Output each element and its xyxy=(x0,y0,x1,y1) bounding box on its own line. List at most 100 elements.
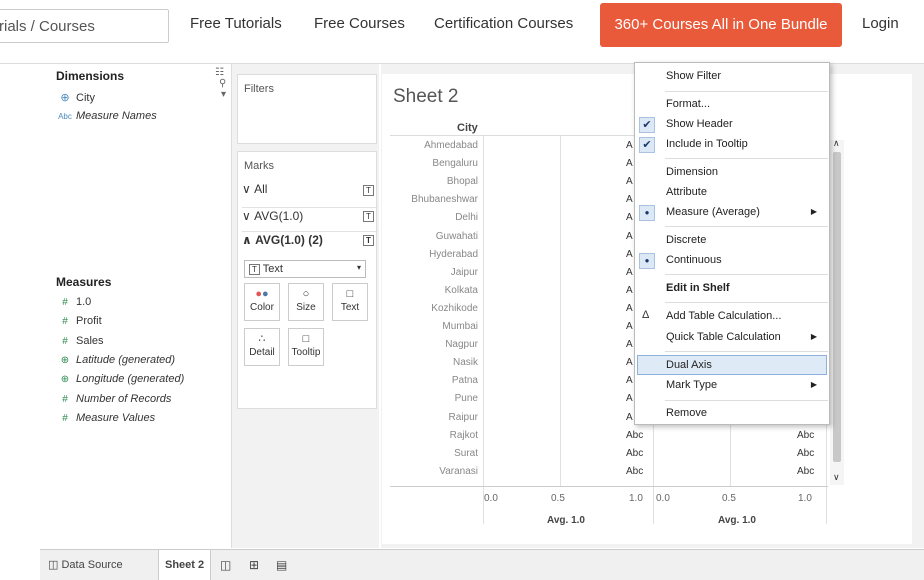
size-button[interactable]: ○ Size xyxy=(288,283,324,321)
dimension-field[interactable]: ⊕ City xyxy=(54,91,95,104)
vertical-scrollbar[interactable]: ∧ ∨ xyxy=(830,138,844,485)
city-row-header[interactable]: Kolkata xyxy=(386,285,478,296)
filters-card[interactable]: Filters xyxy=(237,74,377,144)
chevron-down-icon[interactable]: ∨ xyxy=(833,472,840,483)
menu-item-attribute[interactable]: Attribute xyxy=(666,186,707,198)
measure-field[interactable]: ⊕ Latitude (generated) xyxy=(54,354,175,366)
text-mark[interactable]: A xyxy=(626,339,633,350)
marks-row-avg[interactable]: ∨ AVG(1.0) T xyxy=(242,207,378,227)
search-input[interactable]: rials / Courses xyxy=(0,9,169,43)
marks-row-label: AVG(1.0) (2) xyxy=(255,233,323,247)
city-row-header[interactable]: Surat xyxy=(386,448,478,459)
search-value: rials / Courses xyxy=(0,18,95,35)
text-mark[interactable]: A xyxy=(626,267,633,278)
city-header[interactable]: City xyxy=(457,122,478,134)
text-mark[interactable]: A xyxy=(626,194,633,205)
new-dashboard-icon[interactable]: ⊞ xyxy=(249,550,259,580)
measure-field[interactable]: # Number of Records xyxy=(54,393,171,405)
login-link[interactable]: Login xyxy=(862,15,899,32)
city-row-header[interactable]: Patna xyxy=(386,375,478,386)
menu-item-continuous[interactable]: Continuous xyxy=(666,254,722,266)
city-row-header[interactable]: Raipur xyxy=(386,412,478,423)
measure-field[interactable]: ⊕ Longitude (generated) xyxy=(54,373,184,385)
menu-item-mark-type[interactable]: Mark Type xyxy=(666,379,717,391)
dimension-field[interactable]: Abc Measure Names xyxy=(54,110,157,122)
menu-item-remove[interactable]: Remove xyxy=(666,407,707,419)
new-story-icon[interactable]: ▤ xyxy=(276,550,287,580)
city-row-header[interactable]: Rajkot xyxy=(386,430,478,441)
measure-field[interactable]: # Sales xyxy=(54,335,103,347)
menu-item-add-table-calculation[interactable]: Add Table Calculation... xyxy=(666,310,781,322)
text-mark[interactable]: A xyxy=(626,249,633,260)
city-row-header[interactable]: Varanasi xyxy=(386,466,478,477)
menu-item-discrete[interactable]: Discrete xyxy=(666,234,706,246)
menu-item-edit-in-shelf[interactable]: Edit in Shelf xyxy=(666,282,730,294)
text-mark[interactable]: Abc xyxy=(626,466,643,477)
mark-type-select[interactable]: T Text ▾ xyxy=(244,260,366,278)
marks-row-avg-2[interactable]: ∧ AVG(1.0) (2) T xyxy=(242,231,378,251)
measure-field[interactable]: # Profit xyxy=(54,315,101,327)
nav-certification-courses[interactable]: Certification Courses xyxy=(434,15,573,32)
nav-free-tutorials[interactable]: Free Tutorials xyxy=(190,15,282,32)
menu-separator xyxy=(665,400,828,401)
field-label: Measure Values xyxy=(76,411,156,424)
city-row-header[interactable]: Kozhikode xyxy=(386,303,478,314)
chevron-up-icon[interactable]: ∧ xyxy=(833,138,840,149)
measure-field[interactable]: # Measure Values xyxy=(54,412,155,424)
text-button[interactable]: □ Text xyxy=(332,283,368,321)
measure-field[interactable]: #1.0 xyxy=(54,296,91,308)
axis-title[interactable]: Avg. 1.0 xyxy=(547,515,585,526)
menu-item-dimension[interactable]: Dimension xyxy=(666,166,718,178)
city-row-header[interactable]: Hyderabad xyxy=(386,249,478,260)
text-mark[interactable]: A xyxy=(626,412,633,423)
text-mark[interactable]: Abc xyxy=(797,430,814,441)
text-mark[interactable]: A xyxy=(626,176,633,187)
text-mark[interactable]: A xyxy=(626,158,633,169)
menu-item-dual-axis[interactable]: Dual Axis xyxy=(666,359,712,371)
data-source-tab[interactable]: ◫ Data Source xyxy=(48,550,123,580)
color-button[interactable]: ●● Color xyxy=(244,283,280,321)
bundle-button[interactable]: 360+ Courses All in One Bundle xyxy=(600,3,842,47)
chevron-down-icon[interactable]: ▾ xyxy=(221,89,226,100)
tooltip-button[interactable]: □ Tooltip xyxy=(288,328,324,366)
city-row-header[interactable]: Ahmedabad xyxy=(386,140,478,151)
menu-item-measure-average[interactable]: Measure (Average) xyxy=(666,206,760,218)
text-mark[interactable]: Abc xyxy=(626,448,643,459)
city-row-header[interactable]: Delhi xyxy=(386,212,478,223)
new-worksheet-icon[interactable]: ◫ xyxy=(220,550,231,580)
text-mark[interactable]: A xyxy=(626,321,633,332)
text-mark[interactable]: A xyxy=(626,357,633,368)
text-mark[interactable]: Abc xyxy=(797,466,814,477)
city-row-header[interactable]: Bengaluru xyxy=(386,158,478,169)
text-mark[interactable]: A xyxy=(626,393,633,404)
nav-free-courses[interactable]: Free Courses xyxy=(314,15,405,32)
menu-item-show-filter[interactable]: Show Filter xyxy=(666,70,721,82)
marks-row-all[interactable]: ∨ All T xyxy=(242,182,378,202)
list-view-icon[interactable]: ☷ xyxy=(215,67,224,78)
axis-title[interactable]: Avg. 1.0 xyxy=(718,515,756,526)
city-row-header[interactable]: Pune xyxy=(386,393,478,404)
text-mark[interactable]: A xyxy=(626,303,633,314)
city-row-header[interactable]: Nagpur xyxy=(386,339,478,350)
text-mark[interactable]: A xyxy=(626,285,633,296)
menu-item-show-header[interactable]: Show Header xyxy=(666,118,733,130)
city-row-header[interactable]: Bhopal xyxy=(386,176,478,187)
menu-item-quick-table-calculation[interactable]: Quick Table Calculation xyxy=(666,331,781,343)
scrollbar-thumb[interactable] xyxy=(833,152,841,462)
search-icon[interactable]: ⚲ xyxy=(219,78,226,89)
city-row-header[interactable]: Nasik xyxy=(386,357,478,368)
menu-item-format[interactable]: Format... xyxy=(666,98,710,110)
text-mark[interactable]: Abc xyxy=(797,448,814,459)
city-row-header[interactable]: Jaipur xyxy=(386,267,478,278)
menu-item-include-in-tooltip[interactable]: Include in Tooltip xyxy=(666,138,748,150)
text-mark[interactable]: A xyxy=(626,375,633,386)
text-mark[interactable]: Abc xyxy=(626,430,643,441)
sheet-tab[interactable]: Sheet 2 xyxy=(158,550,212,580)
text-mark[interactable]: A xyxy=(626,212,633,223)
city-row-header[interactable]: Bhubaneshwar xyxy=(386,194,478,205)
city-row-header[interactable]: Mumbai xyxy=(386,321,478,332)
text-mark[interactable]: A xyxy=(626,140,633,151)
city-row-header[interactable]: Guwahati xyxy=(386,231,478,242)
detail-button[interactable]: ∴ Detail xyxy=(244,328,280,366)
text-mark[interactable]: A xyxy=(626,231,633,242)
